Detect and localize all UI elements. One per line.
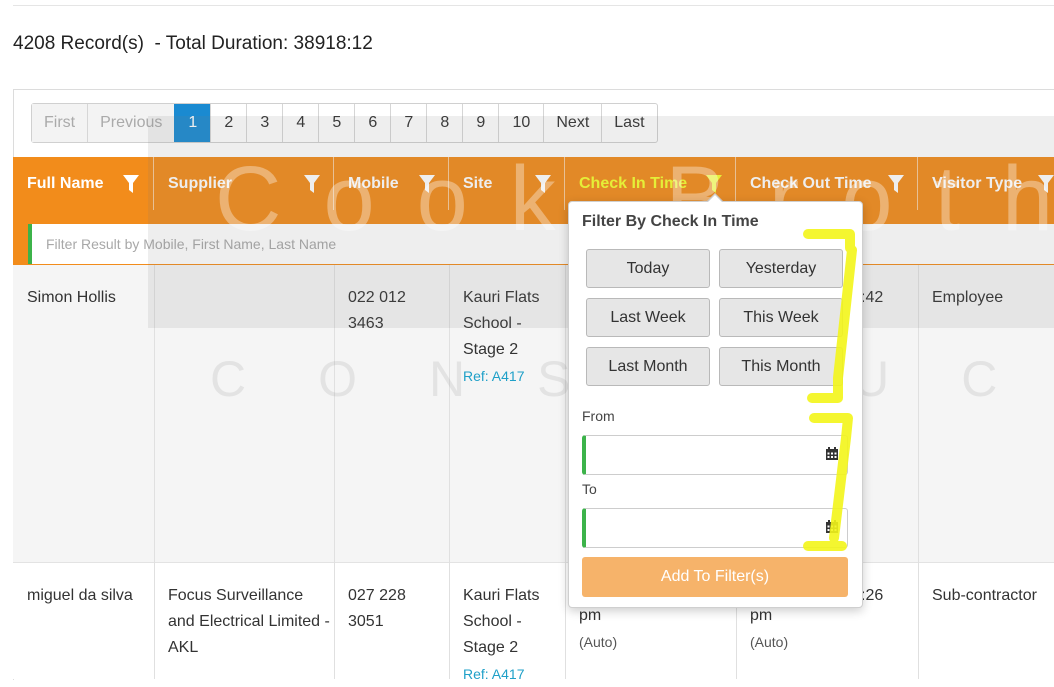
cell-check-in-time: pm (Auto) [565,603,735,655]
check-in-auto: (Auto) [579,634,618,650]
site-ref: Ref: A417 [463,666,525,682]
popup-caret-inner [707,195,723,203]
record-count: 4208 Record(s) [13,33,144,54]
column-header-full-name[interactable]: Full Name [13,157,154,210]
cell-site: Kauri Flats School - Stage 2 Ref: A417 [449,583,549,687]
records-summary: 4208 Record(s) - Total Duration: 38918:1… [13,33,373,55]
table-row[interactable]: miguel da silva Focus Surveillance and E… [13,563,1054,682]
column-header-label: Full Name [27,175,104,192]
cell-full-name: miguel da silva [27,587,133,604]
cell-full-name: Simon Hollis [27,289,116,306]
from-label: From [582,408,615,424]
top-divider [13,5,1054,6]
to-label: To [582,481,597,497]
total-duration: - Total Duration: 38918:12 [143,33,373,54]
cell-mobile: 027 228 3051 [348,587,406,630]
add-to-filters-button[interactable]: Add To Filter(s) [582,557,848,597]
site-name: Kauri Flats School - Stage 2 [463,587,540,656]
cell-visitor-type: Sub-contractor [932,587,1037,604]
funnel-icon[interactable] [123,175,139,193]
filter-last-month-button[interactable]: Last Month [586,347,710,386]
cell-check-out-time: pm (Auto) [736,603,906,655]
page-first-button[interactable]: First [32,104,88,142]
check-out-auto: (Auto) [750,634,789,650]
cell-supplier: Focus Surveillance and Electrical Limite… [168,587,330,656]
popup-title: Filter By Check In Time [582,213,759,230]
highlighter-annotation [803,229,857,551]
filter-last-week-button[interactable]: Last Week [586,298,710,337]
filter-today-button[interactable]: Today [586,249,710,288]
